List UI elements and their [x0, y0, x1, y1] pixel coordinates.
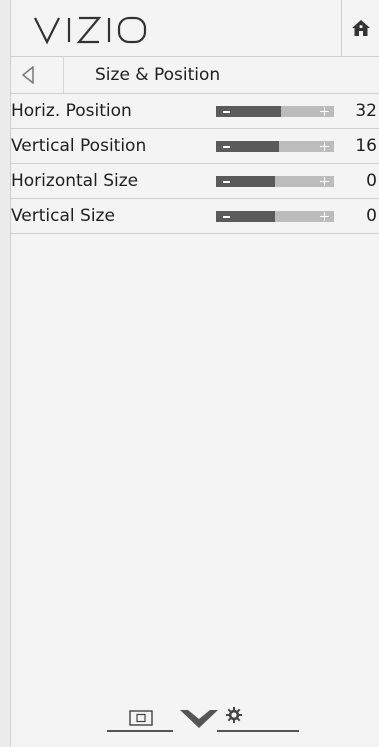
- gear-icon: [226, 707, 242, 723]
- back-button[interactable]: [11, 57, 64, 93]
- plus-icon: [320, 141, 329, 152]
- horiz-position-slider[interactable]: [216, 106, 334, 117]
- settings-list: Horiz. Position 32 Vertical Position 16 …: [11, 94, 379, 234]
- minus-icon: [223, 181, 230, 183]
- setting-row-vertical-position[interactable]: Vertical Position 16: [11, 129, 379, 164]
- setting-label: Vertical Position: [11, 136, 147, 156]
- home-icon: [352, 20, 370, 36]
- horizontal-size-slider[interactable]: [216, 176, 334, 187]
- vizio-v-icon: [180, 710, 218, 728]
- plus-icon: [320, 106, 329, 117]
- back-arrow-icon: [21, 66, 34, 84]
- nav-underline: [217, 730, 299, 732]
- plus-icon: [320, 176, 329, 187]
- setting-label: Horizontal Size: [11, 171, 139, 191]
- setting-value: 16: [355, 136, 377, 156]
- bottom-nav: [11, 700, 379, 740]
- setting-value: 0: [366, 171, 377, 191]
- settings-button[interactable]: [225, 706, 243, 728]
- setting-value: 32: [355, 101, 377, 121]
- minus-icon: [223, 216, 230, 218]
- minus-icon: [223, 111, 230, 113]
- settings-panel: Size & Position Horiz. Position 32 Verti…: [10, 0, 379, 747]
- vertical-size-slider[interactable]: [216, 211, 334, 222]
- vizio-logo: [34, 16, 147, 45]
- home-button[interactable]: [341, 0, 379, 56]
- page-title: Size & Position: [95, 65, 221, 85]
- setting-row-horizontal-size[interactable]: Horizontal Size 0: [11, 164, 379, 199]
- setting-label: Vertical Size: [11, 206, 115, 226]
- minus-icon: [223, 146, 230, 148]
- picture-icon: [129, 710, 153, 726]
- setting-row-horiz-position[interactable]: Horiz. Position 32: [11, 94, 379, 129]
- plus-icon: [320, 211, 329, 222]
- setting-row-vertical-size[interactable]: Vertical Size 0: [11, 199, 379, 234]
- top-bar: [11, 0, 379, 57]
- picture-button[interactable]: [129, 710, 153, 730]
- vertical-position-slider[interactable]: [216, 141, 334, 152]
- setting-value: 0: [366, 206, 377, 226]
- breadcrumb: Size & Position: [11, 57, 379, 94]
- setting-label: Horiz. Position: [11, 101, 132, 121]
- vizio-button[interactable]: [179, 708, 219, 734]
- nav-underline: [107, 730, 173, 732]
